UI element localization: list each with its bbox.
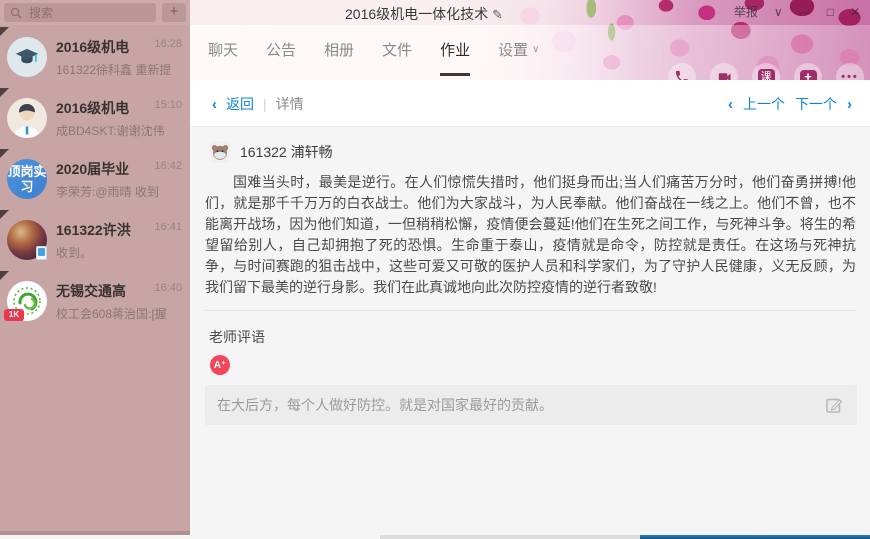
chat-item-group-graduates-2020[interactable]: 顶岗实习 2020届毕业 16:42 李荣芳:@雨晴 收到	[0, 149, 190, 210]
main-panel: 2016级机电一体化技术 ✎ 举报 ∨ — □ ✕ 聊天 公告 相册 文件 作业	[190, 0, 870, 539]
chat-item-group-mechatronics-2[interactable]: 2016级机电 15:10 成BD4SKT:谢谢沈伟	[0, 88, 190, 149]
maximize-button[interactable]: □	[827, 5, 834, 19]
teacher-comment-title: 老师评语	[209, 327, 870, 347]
chat-name: 2016级机电	[56, 98, 148, 118]
next-button[interactable]: 下一个	[795, 94, 837, 114]
tab-homework[interactable]: 作业	[440, 25, 470, 76]
group-title: 2016级机电一体化技术 ✎	[345, 4, 503, 24]
tab-files[interactable]: 文件	[382, 25, 412, 76]
tab-label: 聊天	[208, 39, 238, 60]
chat-sidebar: + 2016级机电 16:28 161322徐科鑫 重新提	[0, 0, 190, 535]
chat-name: 161322许洪	[56, 220, 148, 240]
toolbar-right: ‹ 上一个 下一个 ›	[728, 94, 852, 114]
corner-fold-icon	[0, 149, 9, 158]
chat-time: 16:42	[154, 160, 182, 172]
student-row: 161322 浦轩畅	[209, 141, 870, 163]
search-input[interactable]	[27, 5, 150, 21]
add-chat-button[interactable]: +	[162, 3, 186, 22]
chat-item-group-mechatronics-1[interactable]: 2016级机电 16:28 161322徐科鑫 重新提	[0, 27, 190, 88]
corner-fold-icon	[0, 88, 9, 97]
chat-name: 无锡交通高	[56, 281, 148, 301]
person-avatar	[7, 98, 47, 138]
mobile-online-icon	[36, 246, 47, 260]
bear-mask-icon	[210, 142, 230, 162]
internship-avatar-text: 顶岗实习	[7, 164, 47, 194]
search-box[interactable]	[4, 3, 156, 22]
tab-label: 相册	[324, 39, 354, 60]
tab-label: 作业	[440, 39, 470, 60]
chat-item-text: 无锡交通高 16:40 校工会608蒋治国:[握	[56, 281, 184, 322]
tabs: 聊天 公告 相册 文件 作业 设置 ∨	[190, 25, 539, 80]
separator: |	[263, 96, 267, 112]
tab-label: 文件	[382, 39, 412, 60]
toolbar-left: ‹ 返回 | 详情	[212, 94, 304, 114]
edit-square-icon	[824, 395, 844, 415]
window-controls: 举报 ∨ — □ ✕	[734, 3, 860, 20]
student-avatar	[209, 141, 231, 163]
essay-text: 国难当头时，最美是逆行。在人们惊慌失措时，他们挺身而出;当人们痛苦万分时，他们奋…	[205, 172, 856, 298]
chat-time: 16:28	[154, 38, 182, 50]
tab-bar: 聊天 公告 相册 文件 作业 设置 ∨	[190, 25, 870, 80]
chat-preview: 成BD4SKT:谢谢沈伟	[56, 122, 184, 139]
unread-1k-badge: 1K	[4, 309, 24, 321]
chat-preview: 李荣芳:@雨晴 收到	[56, 183, 184, 200]
floral-header: 2016级机电一体化技术 ✎ 举报 ∨ — □ ✕ 聊天 公告 相册 文件 作业	[190, 0, 870, 80]
chat-preview: 校工会608蒋治国:[握	[56, 305, 184, 322]
previous-button[interactable]: 上一个	[743, 94, 785, 114]
tab-label: 设置	[498, 39, 528, 60]
graduation-cap-avatar	[7, 37, 47, 77]
tab-settings[interactable]: 设置 ∨	[498, 25, 539, 76]
internship-avatar: 顶岗实习	[7, 159, 47, 199]
chat-preview: 161322徐科鑫 重新提	[56, 61, 184, 78]
chat-time: 16:40	[154, 282, 182, 294]
group-title-text: 2016级机电一体化技术	[345, 6, 488, 22]
corner-fold-icon	[0, 27, 9, 36]
student-name: 161322 浦轩畅	[240, 142, 333, 162]
edit-comment-button[interactable]	[824, 395, 844, 415]
person-icon	[7, 98, 47, 138]
tab-chat[interactable]: 聊天	[208, 25, 238, 76]
edit-title-icon[interactable]: ✎	[492, 7, 503, 22]
tab-album[interactable]: 相册	[324, 25, 354, 76]
chat-item-text: 2016级机电 15:10 成BD4SKT:谢谢沈伟	[56, 98, 184, 139]
graduation-cap-icon	[12, 42, 42, 72]
chat-name: 2016级机电	[56, 37, 148, 57]
tab-announcement[interactable]: 公告	[266, 25, 296, 76]
back-button[interactable]: 返回	[226, 94, 254, 114]
chat-item-text: 2016级机电 16:28 161322徐科鑫 重新提	[56, 37, 184, 78]
minimize-button[interactable]: —	[799, 5, 811, 19]
chat-name: 2020届毕业	[56, 159, 148, 179]
corner-fold-icon	[0, 271, 9, 280]
qq-group-window: + 2016级机电 16:28 161322徐科鑫 重新提	[0, 0, 870, 539]
chat-item-text: 2020届毕业 16:42 李荣芳:@雨晴 收到	[56, 159, 184, 200]
detail-label: 详情	[276, 94, 304, 114]
chat-list: 2016级机电 16:28 161322徐科鑫 重新提 2016级机电	[0, 27, 190, 332]
back-chevron-icon: ‹	[212, 96, 217, 113]
chat-preview: 收到。	[56, 244, 184, 261]
chevron-down-icon[interactable]: ∨	[774, 5, 783, 19]
homework-toolbar: ‹ 返回 | 详情 ‹ 上一个 下一个 ›	[190, 80, 870, 127]
search-icon	[10, 7, 22, 19]
chat-item-text: 161322许洪 16:41 收到。	[56, 220, 184, 261]
chat-item-xu-hong[interactable]: 161322许洪 16:41 收到。	[0, 210, 190, 271]
chevron-down-icon: ∨	[532, 44, 539, 55]
chat-time: 15:10	[154, 99, 182, 111]
grade-badge: A⁺	[210, 355, 230, 375]
tab-label: 公告	[266, 39, 296, 60]
close-button[interactable]: ✕	[850, 5, 860, 19]
prev-chevron-icon: ‹	[728, 96, 733, 113]
chat-item-wuxi-institute[interactable]: 1K 无锡交通高 16:40 校工会608蒋治国:[握	[0, 271, 190, 332]
window-titlebar: 2016级机电一体化技术 ✎ 举报 ∨ — □ ✕	[190, 0, 870, 25]
corner-fold-icon	[0, 210, 9, 219]
chat-time: 16:41	[154, 221, 182, 233]
divider	[205, 310, 856, 311]
report-button[interactable]: 举报	[734, 3, 758, 20]
sidebar-bottom-edge	[0, 531, 190, 535]
sidebar-search-row: +	[0, 0, 190, 25]
teacher-comment-box: 在大后方，每个人做好防控。就是对国家最好的贡献。	[205, 385, 857, 425]
next-chevron-icon: ›	[847, 96, 852, 113]
homework-content: 161322 浦轩畅 国难当头时，最美是逆行。在人们惊慌失措时，他们挺身而出;当…	[190, 127, 870, 535]
background-window-edge	[640, 535, 870, 539]
